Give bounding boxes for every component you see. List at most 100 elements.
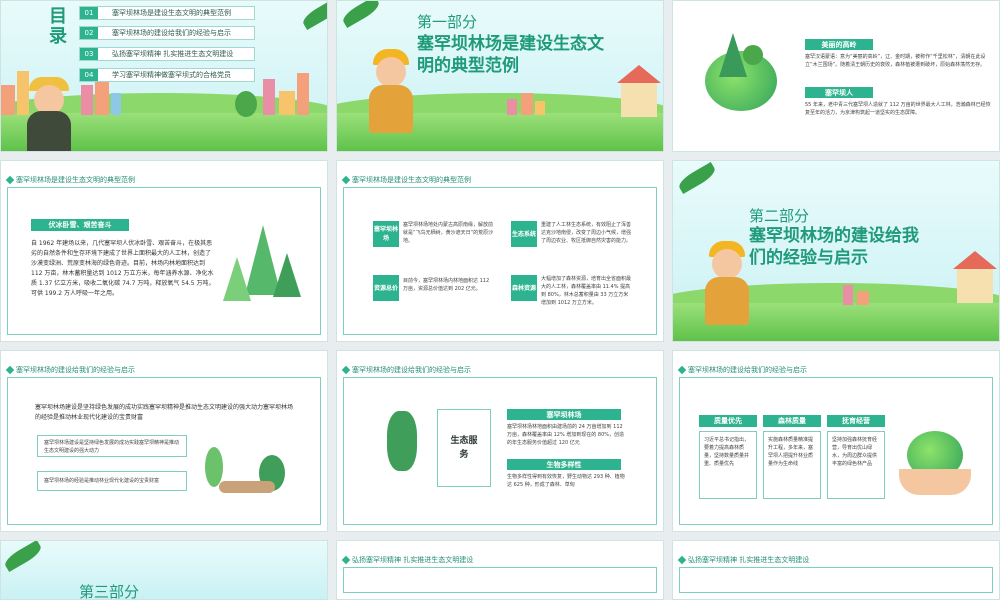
toc-item-2[interactable]: 02 塞罕坝林场的建设给我们的经验与启示 (79, 26, 255, 40)
slide-eco-service[interactable]: 塞罕坝林场的建设给我们的经验与启示 生态服务 塞罕坝林场 塞罕坝林场林地面积由建… (336, 350, 664, 532)
part-label: 第三部分 (79, 583, 140, 600)
slide-header: 塞罕坝林场的建设给我们的经验与启示 (5, 365, 135, 375)
point-box: 塞罕坝林场建设是坚持绿色发展的成功实践塞罕坝精神是推动生态文明建设的强大动力 (37, 435, 187, 457)
toc-item-4[interactable]: 04 学习塞罕坝精神做塞罕坝式的合格党员 (79, 68, 255, 82)
topic-box: 森林资源 (511, 275, 537, 301)
building (81, 85, 93, 115)
section-tag: 生物多样性 (507, 459, 621, 470)
slide-history[interactable]: 美丽的高岭 塞罕汉语蒙语：意为“美丽的高岭”，辽、金时期，被称作“千里松林”，清… (672, 0, 1000, 152)
work-clothes (369, 85, 413, 133)
part-label: 第一部分 (417, 13, 478, 31)
toc-num: 02 (80, 27, 98, 39)
tree-icon (387, 411, 417, 471)
hands-icon (899, 469, 971, 495)
slide-part-3[interactable]: 第三部分 (0, 540, 328, 600)
diamond-icon (677, 365, 687, 375)
toc-text: 弘扬塞罕坝精神 扎实推进生态文明建设 (112, 50, 234, 58)
toc-item-3[interactable]: 03 弘扬塞罕坝精神 扎实推进生态文明建设 (79, 47, 255, 61)
diamond-icon (341, 555, 351, 565)
diamond-icon (5, 365, 15, 375)
center-box: 生态服务 (437, 409, 491, 487)
slide-promote-1[interactable]: 弘扬塞罕坝精神 扎实推进生态文明建设 (336, 540, 664, 600)
building (843, 285, 853, 305)
content-frame (679, 567, 993, 593)
column-text: 坚持加强森林抚育经营，导育出优山绿水，为周边群众提供丰富的绿色林产品 (827, 431, 885, 499)
toc-num: 03 (80, 48, 98, 60)
sky-background (1, 541, 327, 599)
slide-header: 塞罕坝林场的建设给我们的经验与启示 (341, 365, 471, 375)
column-tag: 质量优先 (699, 415, 757, 427)
diamond-icon (5, 175, 15, 185)
section-tag: 塞罕坝林场 (507, 409, 621, 420)
header-text: 弘扬塞罕坝精神 扎实推进生态文明建设 (352, 556, 474, 564)
section-text: 塞罕汉语蒙语：意为“美丽的高岭”，辽、金时期，被称作“千里松林”，清朝在此设立“… (805, 54, 986, 68)
section-text: 塞罕坝林场建设是坚持绿色发展的成功实践塞罕坝精神是推动生态文明建设的强大动力塞罕… (35, 404, 294, 421)
part-title: 塞罕坝林场是建设生态文明的典型范例 (417, 34, 604, 76)
section-text: 塞罕坝林场林地面积由建场前的 24 万亩增加到 112 万亩，森林覆盖率由 12… (507, 424, 624, 446)
slide-experience[interactable]: 塞罕坝林场的建设给我们的经验与启示 塞罕坝林场建设是坚持绿色发展的成功实践塞罕坝… (0, 350, 328, 532)
section-text: 55 年来，老中青三代塞罕坝人造就了 112 万亩的世界最大人工林，浩瀚森林已经… (805, 102, 991, 116)
building (521, 93, 533, 115)
diamond-icon (341, 175, 351, 185)
building (279, 91, 295, 115)
slide-ecosystem[interactable]: 塞罕坝林场是建设生态文明的典型范例 塞罕坝林场 塞罕坝林场地处内蒙古高原南缘，解… (336, 160, 664, 342)
header-text: 塞罕坝林场是建设生态文明的典型范例 (16, 176, 135, 184)
section-text: 自 1962 年建场以来，几代塞罕坝人伏冰卧雪、艰苦奋斗，在极其恶劣的自然条件和… (31, 240, 215, 297)
topic-text: 塞罕坝林场地处内蒙古高原南缘，解放前就是“飞鸟无栖树，黄沙遮天日”的荒原沙地。 (403, 222, 494, 244)
header-text: 塞罕坝林场是建设生态文明的典型范例 (352, 176, 471, 184)
toc-text: 学习塞罕坝精神做塞罕坝式的合格党员 (112, 71, 231, 79)
diamond-icon (341, 365, 351, 375)
house (621, 83, 657, 117)
slide-part-2[interactable]: 第二部分 塞罕坝林场的建设给我们的经验与启示 (672, 160, 1000, 342)
section-text: 生物多样性得到有效恢复，野生动物达 293 种、植物达 625 种，形成了森林、… (507, 474, 625, 488)
slide-header: 塞罕坝林场是建设生态文明的典型范例 (5, 175, 135, 185)
tree-icon (743, 45, 763, 65)
column-tag: 抚育经营 (827, 415, 885, 427)
tree-icon (273, 253, 301, 297)
column-text: 习近平总书记指出，要着力提高森林质量，坚持数量质量并重、质量优先 (699, 431, 757, 499)
header-text: 塞罕坝林场的建设给我们的经验与启示 (352, 366, 471, 374)
tree-icon (205, 447, 223, 487)
slide-hard-work[interactable]: 塞罕坝林场是建设生态文明的典型范例 伏冰卧雪、艰苦奋斗 自 1962 年建场以来… (0, 160, 328, 342)
toc-text: 塞罕坝林场是建设生态文明的典型范例 (112, 9, 231, 17)
work-clothes (705, 277, 749, 325)
section-tag: 伏冰卧雪、艰苦奋斗 (31, 219, 129, 231)
toc-item-1[interactable]: 01 塞罕坝林场是建设生态文明的典型范例 (79, 6, 255, 20)
building (297, 73, 309, 115)
header-text: 弘扬塞罕坝精神 扎实推进生态文明建设 (688, 556, 810, 564)
section-tag: 美丽的高岭 (805, 39, 873, 50)
topic-box: 生态系统 (511, 221, 537, 247)
ground-illustration (219, 481, 275, 493)
topic-text: 目前今，塞罕坝林场内林地面积达 112 万亩，资源总价值达到 202 亿元。 (403, 278, 490, 292)
content-frame (343, 187, 657, 335)
slide-toc[interactable]: 目录 01 塞罕坝林场是建设生态文明的典型范例 02 塞罕坝林场的建设给我们的经… (0, 0, 328, 152)
building (263, 79, 275, 115)
topic-box: 塞罕坝林场 (373, 221, 399, 247)
house-roof (617, 65, 661, 83)
tree (235, 91, 257, 117)
slide-promote-2[interactable]: 弘扬塞罕坝精神 扎实推进生态文明建设 (672, 540, 1000, 600)
house-roof (953, 251, 997, 269)
part-label: 第二部分 (749, 207, 810, 225)
house (957, 269, 993, 303)
slide-header: 弘扬塞罕坝精神 扎实推进生态文明建设 (341, 555, 474, 565)
content-frame (343, 567, 657, 593)
slide-grid: 目录 01 塞罕坝林场是建设生态文明的典型范例 02 塞罕坝林场的建设给我们的经… (0, 0, 1000, 600)
slide-quality[interactable]: 塞罕坝林场的建设给我们的经验与启示 质量优先 习近平总书记指出，要着力提高森林质… (672, 350, 1000, 532)
slide-header: 弘扬塞罕坝精神 扎实推进生态文明建设 (677, 555, 810, 565)
section-tag: 塞罕坝人 (805, 87, 873, 98)
face (376, 57, 406, 87)
header-text: 塞罕坝林场的建设给我们的经验与启示 (16, 366, 135, 374)
building (535, 101, 545, 115)
topic-text: 重建了人工林生态系统，有效阻止了浑善达克沙地南侵，改变了周边小气候，增强了周边农… (541, 222, 632, 244)
slide-part-1[interactable]: 第一部分 塞罕坝林场是建设生态文明的典型范例 (336, 0, 664, 152)
building (1, 85, 15, 115)
building (857, 291, 869, 305)
column-tag: 森林质量 (763, 415, 821, 427)
slide-header: 塞罕坝林场是建设生态文明的典型范例 (341, 175, 471, 185)
apron (27, 111, 71, 151)
toc-text: 塞罕坝林场的建设给我们的经验与启示 (112, 29, 231, 37)
toc-title: 目录 (49, 6, 67, 47)
building (111, 93, 121, 115)
column-text: 实施森林质量精准提升工程，多年来，塞罕坝人把提升林业质量作为生命线 (763, 431, 821, 499)
